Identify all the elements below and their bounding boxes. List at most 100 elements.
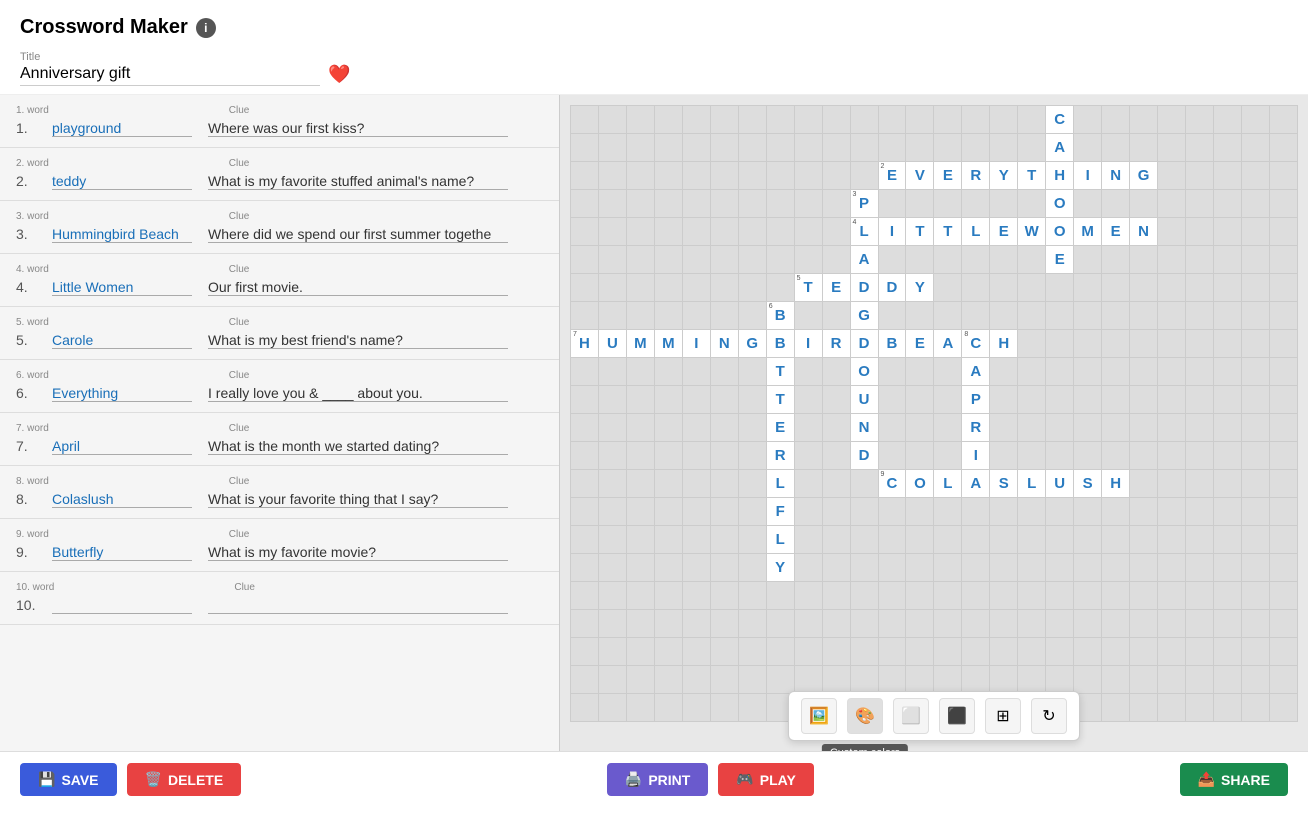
grid-cell[interactable] [962,526,990,554]
grid-cell[interactable] [1158,190,1186,218]
grid-cell[interactable]: E [1102,218,1130,246]
grid-cell[interactable] [990,190,1018,218]
grid-cell[interactable]: N [850,414,878,442]
clue-input[interactable] [208,279,508,296]
grid-cell[interactable] [1213,358,1241,386]
grid-cell[interactable]: S [990,470,1018,498]
info-icon[interactable]: i [196,18,216,38]
grid-cell[interactable] [598,554,626,582]
grid-cell[interactable] [571,442,599,470]
grid-cell[interactable] [1130,358,1158,386]
grid-cell[interactable] [1158,526,1186,554]
grid-cell[interactable] [1074,358,1102,386]
grid-cell[interactable] [1213,694,1241,722]
grid-cell[interactable] [1102,694,1130,722]
grid-cell[interactable] [1241,218,1269,246]
grid-cell[interactable] [1186,442,1214,470]
grid-cell[interactable] [1018,610,1046,638]
grid-cell[interactable] [1074,666,1102,694]
grid-cell[interactable] [962,134,990,162]
grid-cell[interactable] [794,470,822,498]
grid-cell[interactable] [766,246,794,274]
grid-cell[interactable] [1241,694,1269,722]
grid-cell[interactable] [794,134,822,162]
grid-cell[interactable] [682,134,710,162]
grid-cell[interactable] [1158,694,1186,722]
grid-cell[interactable] [1186,302,1214,330]
word-input[interactable] [52,120,192,137]
grid-cell[interactable] [850,470,878,498]
grid-cell[interactable] [654,554,682,582]
grid-cell[interactable] [710,638,738,666]
grid-cell[interactable] [598,582,626,610]
grid-cell[interactable] [1186,638,1214,666]
grid-cell[interactable] [1046,414,1074,442]
grid-cell[interactable] [626,162,654,190]
grid-cell[interactable] [1269,694,1297,722]
grid-cell[interactable] [766,666,794,694]
title-input[interactable] [20,63,320,86]
grid-cell[interactable]: O [1046,218,1074,246]
grid-cell[interactable] [1186,414,1214,442]
grid-cell[interactable] [1130,330,1158,358]
grid-cell[interactable] [794,358,822,386]
grid-cell[interactable] [906,666,934,694]
grid-cell[interactable] [1046,330,1074,358]
grid-cell[interactable] [710,470,738,498]
grid-cell[interactable] [1158,330,1186,358]
grid-cell[interactable] [1102,526,1130,554]
grid-cell[interactable] [682,162,710,190]
grid-cell[interactable] [934,554,962,582]
grid-cell[interactable] [766,610,794,638]
clue-input[interactable] [208,226,508,243]
grid-cell[interactable] [626,638,654,666]
grid-cell[interactable] [598,470,626,498]
grid-cell[interactable] [682,582,710,610]
grid-cell[interactable] [906,134,934,162]
grid-cell[interactable] [1213,610,1241,638]
grid-cell[interactable] [1102,106,1130,134]
grid-cell[interactable] [626,274,654,302]
grid-cell[interactable] [626,246,654,274]
grid-cell[interactable]: F [766,498,794,526]
grid-cell[interactable] [598,638,626,666]
grid-cell[interactable] [1018,666,1046,694]
grid-cell[interactable] [1074,610,1102,638]
grid-cell[interactable] [1018,274,1046,302]
grid-cell[interactable] [1102,442,1130,470]
grid-cell[interactable] [598,274,626,302]
word-input[interactable] [52,491,192,508]
grid-cell[interactable] [962,498,990,526]
grid-cell[interactable]: P [962,386,990,414]
grid-cell[interactable] [1046,386,1074,414]
grid-cell[interactable] [1018,330,1046,358]
grid-cell[interactable]: T [766,358,794,386]
grid-cell[interactable] [878,302,906,330]
grid-cell[interactable] [1269,358,1297,386]
grid-cell[interactable] [1130,246,1158,274]
refresh-button[interactable]: ↻ [1031,698,1067,734]
grid-cell[interactable] [571,610,599,638]
grid-cell[interactable] [1269,442,1297,470]
grid-cell[interactable] [1241,470,1269,498]
grid-cell[interactable] [850,498,878,526]
grid-cell[interactable] [822,498,850,526]
grid-cell[interactable] [1269,470,1297,498]
grid-cell[interactable] [654,274,682,302]
grid-cell[interactable] [962,582,990,610]
grid-cell[interactable]: A [934,330,962,358]
grid-cell[interactable] [598,498,626,526]
grid-cell[interactable] [1158,470,1186,498]
grid-cell[interactable]: D [850,330,878,358]
clue-input[interactable] [208,173,508,190]
grid-cell[interactable] [1130,498,1158,526]
grid-cell[interactable] [878,386,906,414]
grid-cell[interactable] [626,610,654,638]
grid-cell[interactable] [571,246,599,274]
grid-cell[interactable] [1018,526,1046,554]
grid-cell[interactable] [1158,302,1186,330]
grid-cell[interactable] [1046,302,1074,330]
grid-cell[interactable]: R [766,442,794,470]
grid-cell[interactable] [1158,386,1186,414]
grid-cell[interactable] [1269,582,1297,610]
